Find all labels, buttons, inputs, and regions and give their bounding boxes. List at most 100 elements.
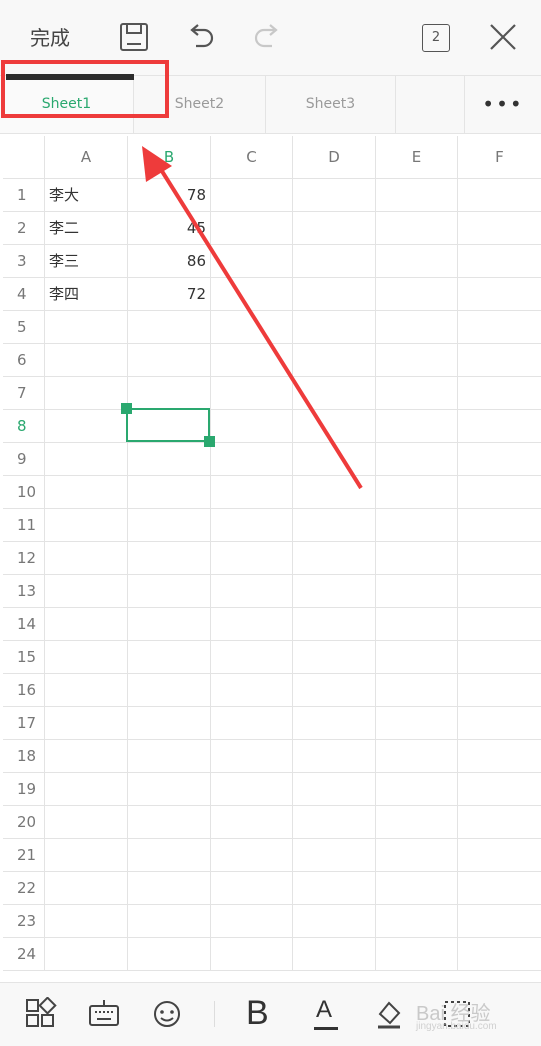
cell-d[interactable] — [293, 443, 376, 475]
keyboard-icon[interactable] — [87, 997, 121, 1031]
row-header[interactable]: 17 — [3, 707, 45, 739]
fill-color-icon[interactable] — [372, 997, 406, 1031]
cell-c[interactable] — [211, 410, 293, 442]
cell-e[interactable] — [376, 443, 458, 475]
cell-c[interactable] — [211, 344, 293, 376]
cell-e[interactable] — [376, 608, 458, 640]
cell-f[interactable] — [458, 938, 541, 970]
cell-e[interactable] — [376, 476, 458, 508]
cell-d[interactable] — [293, 410, 376, 442]
cell-c[interactable] — [211, 872, 293, 904]
column-header-e[interactable]: E — [376, 136, 458, 178]
row-header[interactable]: 2 — [3, 212, 45, 244]
cell-a[interactable] — [45, 509, 128, 541]
cell-f[interactable] — [458, 905, 541, 937]
cell-d[interactable] — [293, 344, 376, 376]
cell-e[interactable] — [376, 344, 458, 376]
cell-a[interactable] — [45, 839, 128, 871]
cell-c[interactable] — [211, 575, 293, 607]
cell-b[interactable] — [128, 839, 211, 871]
row-header[interactable]: 5 — [3, 311, 45, 343]
cell-e[interactable] — [376, 905, 458, 937]
save-icon[interactable] — [117, 20, 151, 54]
cell-e[interactable] — [376, 806, 458, 838]
row-header[interactable]: 10 — [3, 476, 45, 508]
cell-f[interactable] — [458, 707, 541, 739]
cell-f[interactable] — [458, 806, 541, 838]
corner-cell[interactable] — [3, 136, 45, 178]
row-header[interactable]: 3 — [3, 245, 45, 277]
cell-d[interactable] — [293, 311, 376, 343]
cell-a[interactable]: 李大 — [45, 179, 128, 211]
row-header[interactable]: 15 — [3, 641, 45, 673]
row-header[interactable]: 13 — [3, 575, 45, 607]
font-color-icon[interactable]: A — [316, 995, 332, 1025]
row-header[interactable]: 14 — [3, 608, 45, 640]
cell-b[interactable] — [128, 311, 211, 343]
row-header[interactable]: 1 — [3, 179, 45, 211]
redo-icon[interactable] — [250, 20, 284, 54]
cell-c[interactable] — [211, 641, 293, 673]
apps-grid-icon[interactable] — [24, 997, 58, 1031]
row-header[interactable]: 24 — [3, 938, 45, 970]
cell-b[interactable] — [128, 641, 211, 673]
cell-e[interactable] — [376, 641, 458, 673]
cell-a[interactable] — [45, 344, 128, 376]
cell-f[interactable] — [458, 674, 541, 706]
selection-handle-start[interactable] — [121, 403, 132, 414]
cell-d[interactable] — [293, 641, 376, 673]
cell-e[interactable] — [376, 740, 458, 772]
row-header[interactable]: 8 — [3, 410, 45, 442]
cell-a[interactable] — [45, 905, 128, 937]
cell-c[interactable] — [211, 311, 293, 343]
cell-b[interactable] — [128, 344, 211, 376]
cell-f[interactable] — [458, 410, 541, 442]
cell-e[interactable] — [376, 311, 458, 343]
cell-c[interactable] — [211, 707, 293, 739]
cell-c[interactable] — [211, 476, 293, 508]
cell-e[interactable] — [376, 773, 458, 805]
selection-handle-end[interactable] — [204, 436, 215, 447]
cell-e[interactable] — [376, 278, 458, 310]
cell-b[interactable] — [128, 740, 211, 772]
cell-d[interactable] — [293, 872, 376, 904]
cell-c[interactable] — [211, 443, 293, 475]
column-header-c[interactable]: C — [211, 136, 293, 178]
column-header-f[interactable]: F — [458, 136, 541, 178]
cell-a[interactable] — [45, 575, 128, 607]
cell-f[interactable] — [458, 575, 541, 607]
cell-b[interactable] — [128, 443, 211, 475]
cell-c[interactable] — [211, 212, 293, 244]
cell-e[interactable] — [376, 542, 458, 574]
cell-c[interactable] — [211, 938, 293, 970]
row-header[interactable]: 20 — [3, 806, 45, 838]
cell-e[interactable] — [376, 575, 458, 607]
cell-e[interactable] — [376, 179, 458, 211]
cell-a[interactable]: 李三 — [45, 245, 128, 277]
cell-c[interactable] — [211, 674, 293, 706]
cell-d[interactable] — [293, 509, 376, 541]
cell-c[interactable] — [211, 278, 293, 310]
column-header-a[interactable]: A — [45, 136, 128, 178]
cell-f[interactable] — [458, 773, 541, 805]
cell-a[interactable] — [45, 476, 128, 508]
row-header[interactable]: 16 — [3, 674, 45, 706]
window-count-icon[interactable]: 2 — [422, 24, 450, 52]
row-header[interactable]: 18 — [3, 740, 45, 772]
cell-d[interactable] — [293, 938, 376, 970]
cell-e[interactable] — [376, 509, 458, 541]
row-header[interactable]: 21 — [3, 839, 45, 871]
cell-e[interactable] — [376, 707, 458, 739]
column-header-d[interactable]: D — [293, 136, 376, 178]
row-header[interactable]: 6 — [3, 344, 45, 376]
cell-e[interactable] — [376, 245, 458, 277]
cell-d[interactable] — [293, 740, 376, 772]
cell-a[interactable] — [45, 443, 128, 475]
cell-c[interactable] — [211, 377, 293, 409]
cell-d[interactable] — [293, 179, 376, 211]
cell-f[interactable] — [458, 542, 541, 574]
tab-sheet1[interactable]: Sheet1 — [0, 76, 134, 133]
bold-icon[interactable]: B — [246, 991, 269, 1035]
cell-a[interactable] — [45, 707, 128, 739]
cell-a[interactable] — [45, 773, 128, 805]
